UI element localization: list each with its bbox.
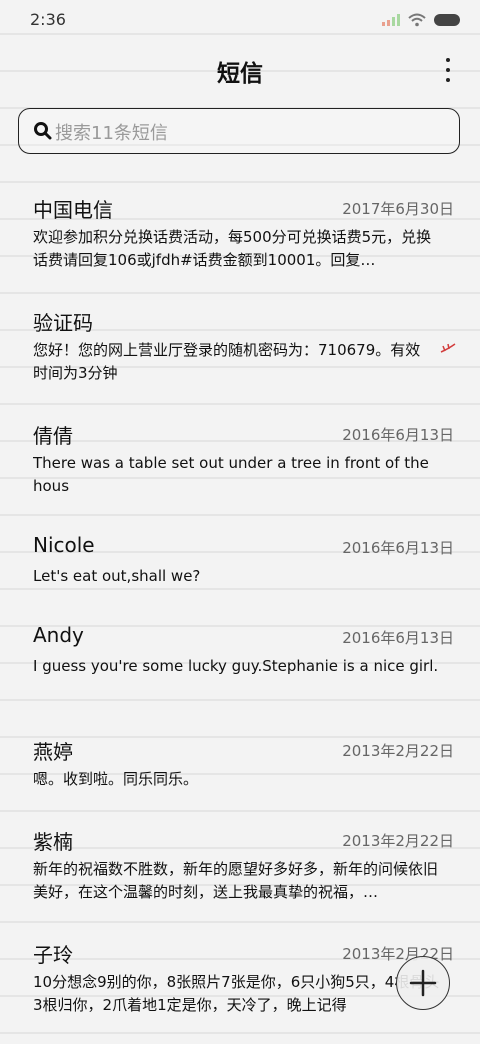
message-date: 2016年6月13日 <box>342 426 454 444</box>
message-date: 2017年6月30日 <box>342 200 454 218</box>
message-snippet: 新年的祝福数不胜数，新年的愿望好多好多，新年的问候依旧美好，在这个温馨的时刻，送… <box>33 860 439 901</box>
red-flag-icon <box>440 343 456 353</box>
search-icon <box>34 122 52 140</box>
message-snippet: 您好！您的网上营业厅登录的随机密码为：710679。有效时间为3分钟 <box>33 341 421 382</box>
message-date: 2013年2月22日 <box>342 832 454 850</box>
message-snippet: 10分想念9别的你，8张照片7张是你，6只小狗5只，4根骨头3根归你，2爪着地1… <box>33 973 440 1014</box>
message-sender: 紫楠 <box>33 830 73 854</box>
message-sender: 中国电信 <box>33 198 113 222</box>
signal-icon <box>382 14 400 26</box>
message-item[interactable]: 中国电信 2017年6月30日 欢迎参加积分兑换话费活动，每500分可兑换话费5… <box>0 186 480 299</box>
compose-button[interactable] <box>396 956 450 1010</box>
message-date: 2016年6月13日 <box>342 539 454 557</box>
status-bar: 2:36 <box>0 0 480 40</box>
message-item[interactable]: 燕婷 2013年2月22日 嗯。收到啦。同乐同乐。 <box>0 728 480 818</box>
message-list: 中国电信 2017年6月30日 欢迎参加积分兑换话费活动，每500分可兑换话费5… <box>0 186 480 1044</box>
search-placeholder: 搜索11条短信 <box>55 123 168 144</box>
message-sender: 燕婷 <box>33 740 73 764</box>
app-header: 短信 <box>0 48 480 94</box>
message-snippet: Let's eat out,shall we? <box>33 567 201 585</box>
message-sender: Andy <box>33 623 84 647</box>
battery-icon <box>434 14 460 26</box>
message-item[interactable]: Nicole 2016年6月13日 Let's eat out,shall we… <box>0 525 480 615</box>
search-input[interactable]: 搜索11条短信 <box>18 108 460 154</box>
message-snippet: 欢迎参加积分兑换话费活动，每500分可兑换话费5元，兑换话费请回复106或jfd… <box>33 228 432 269</box>
wifi-icon <box>408 13 426 27</box>
message-item[interactable]: Andy 2016年6月13日 I guess you're some luck… <box>0 615 480 728</box>
message-item[interactable]: 验证码 您好！您的网上营业厅登录的随机密码为：710679。有效时间为3分钟 <box>0 299 480 412</box>
message-date: 2016年6月13日 <box>342 629 454 647</box>
message-sender: 倩倩 <box>33 424 73 448</box>
message-item[interactable]: 紫楠 2013年2月22日 新年的祝福数不胜数，新年的愿望好多好多，新年的问候依… <box>0 818 480 931</box>
message-date: 2013年2月22日 <box>342 742 454 760</box>
plus-icon <box>409 969 437 997</box>
status-icons <box>382 12 460 28</box>
message-snippet: 嗯。收到啦。同乐同乐。 <box>33 770 199 788</box>
message-sender: Nicole <box>33 533 95 557</box>
message-sender: 验证码 <box>33 311 93 335</box>
more-vertical-icon[interactable] <box>442 58 454 82</box>
message-snippet: I guess you're some lucky guy.Stephanie … <box>33 657 439 675</box>
page-title: 短信 <box>217 61 263 87</box>
message-snippet: There was a table set out under a tree i… <box>33 454 429 495</box>
message-item[interactable]: 倩倩 2016年6月13日 There was a table set out … <box>0 412 480 525</box>
status-time: 2:36 <box>30 10 66 29</box>
message-sender: 子玲 <box>33 943 73 967</box>
